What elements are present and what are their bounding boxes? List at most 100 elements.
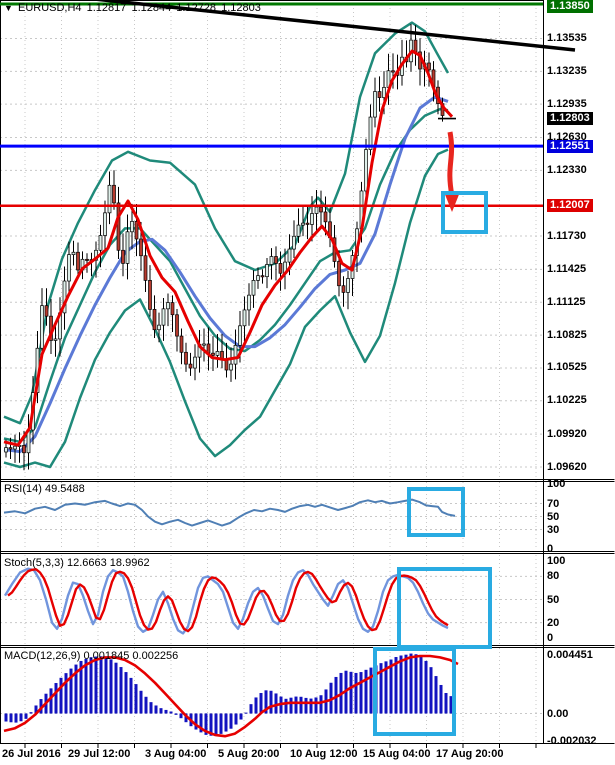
candle-body xyxy=(166,302,170,310)
candle-body xyxy=(116,202,121,251)
stochastic-panel[interactable] xyxy=(3,567,449,635)
highlight-box-macd-box xyxy=(373,647,456,736)
panel-borders xyxy=(0,0,615,748)
candle-body xyxy=(121,249,125,264)
macd-histogram-bar xyxy=(114,662,118,714)
candle-body xyxy=(134,221,139,240)
time-axis[interactable]: 26 Jul 2016 29 Jul 12:00 3 Aug 04:00 5 Aug … xyxy=(0,745,615,765)
time-axis-label: 3 Aug 04:00 xyxy=(145,748,207,760)
macd-histogram-bar xyxy=(19,713,23,722)
price-axis-label: 1.10825 xyxy=(547,328,587,341)
macd-histogram-bar xyxy=(229,713,233,729)
indicator-axis-label: 30 xyxy=(547,523,560,536)
candle-body xyxy=(143,255,148,281)
macd-histogram-bar xyxy=(4,713,8,722)
stoch-label: Stoch(5,3,3) 12.6663 18.9962 xyxy=(4,557,150,569)
candle-body xyxy=(296,224,301,237)
highlight-box-rsi-box xyxy=(407,487,465,537)
drawn-objects[interactable] xyxy=(0,0,576,212)
indicator-axis-label: 0 xyxy=(547,632,554,644)
macd-histogram-bar xyxy=(299,696,303,714)
macd-axis-label: 0.00 xyxy=(547,707,569,720)
candle-body xyxy=(44,305,49,317)
macd-histogram-bar xyxy=(314,697,318,714)
indicator-axis-label: 50 xyxy=(547,510,560,523)
macd-label: MACD(12,26,9) 0.001845 0.002256 xyxy=(4,650,179,662)
candle-body xyxy=(184,351,188,365)
macd-histogram-bar xyxy=(119,667,123,714)
macd-histogram-bar xyxy=(364,669,368,714)
candle-body xyxy=(260,275,265,278)
candle-body xyxy=(341,285,346,293)
candle-body xyxy=(13,445,17,450)
candle-body xyxy=(175,314,179,337)
candle-body xyxy=(323,211,328,223)
candle-body xyxy=(256,275,260,281)
macd-histogram-bar xyxy=(99,656,103,714)
price-axis-label: 1.11425 xyxy=(547,262,587,275)
candle-body xyxy=(382,87,386,98)
macd-histogram-bar xyxy=(239,713,243,720)
candle-body xyxy=(364,149,368,192)
macd-histogram-bar xyxy=(164,709,168,714)
macd-histogram-bar xyxy=(304,697,308,714)
macd-histogram-bar xyxy=(219,713,223,734)
rsi-panel[interactable] xyxy=(3,498,456,527)
highlight-box-price-target-box xyxy=(441,191,488,234)
symbol-dropdown-icon[interactable]: ▼ xyxy=(4,3,13,13)
macd-histogram-bar xyxy=(254,697,258,714)
chart-title[interactable]: ▼ EURUSD,H4 1.12817 1.12844 1.12728 1.12… xyxy=(4,2,263,14)
candle-body xyxy=(337,261,341,287)
price-axis-label: 1.09620 xyxy=(547,460,587,473)
indicator-axis-label: 100 xyxy=(547,555,566,567)
macd-histogram-bar xyxy=(84,658,88,714)
macd-histogram-bar xyxy=(309,698,313,714)
macd-histogram-bar xyxy=(249,704,253,714)
candle-body xyxy=(157,324,161,331)
candle-body xyxy=(202,343,206,346)
macd-histogram-bar xyxy=(174,713,178,715)
macd-histogram-bar xyxy=(269,690,273,714)
price-axis[interactable]: 1.13850 1.13535 1.13235 1.12935 1.12803 1.126… xyxy=(546,0,615,747)
candle-body xyxy=(287,248,292,263)
candle-body xyxy=(319,206,323,213)
macd-histogram-bar xyxy=(89,657,93,714)
macd-histogram-bar xyxy=(284,698,288,714)
price-axis-label: 1.11730 xyxy=(547,229,587,242)
price-axis-label: 1.13850 xyxy=(547,0,593,13)
ohlc-high: 1.12844 xyxy=(131,2,172,14)
macd-histogram-bar xyxy=(259,693,263,714)
macd-histogram-bar xyxy=(244,712,248,714)
candle-body xyxy=(193,356,197,369)
macd-histogram-bar xyxy=(214,713,218,736)
time-axis-label: 26 Jul 2016 xyxy=(2,748,61,760)
macd-histogram-bar xyxy=(289,697,293,714)
price-axis-label: 1.12007 xyxy=(547,199,593,213)
macd-histogram-bar xyxy=(224,713,228,732)
macd-histogram-bar xyxy=(144,696,148,714)
price-axis-label: 1.10525 xyxy=(547,361,587,374)
main-price-panel[interactable] xyxy=(3,21,456,471)
candle-body xyxy=(107,184,112,214)
rsi-label: RSI(14) 49.5488 xyxy=(4,483,85,495)
price-axis-label: 1.13235 xyxy=(547,64,587,77)
macd-histogram-bar xyxy=(49,688,53,714)
candle-body xyxy=(269,256,274,265)
macd-histogram-bar xyxy=(29,712,33,714)
indicator-axis-label: 50 xyxy=(547,593,560,606)
indicator-axis-label: 70 xyxy=(547,497,560,510)
ohlc-close: 1.12803 xyxy=(221,2,261,14)
indicator-axis-label: 80 xyxy=(547,570,560,583)
candle-body xyxy=(188,363,193,369)
macd-histogram-bar xyxy=(24,713,28,719)
candle-body xyxy=(211,352,215,356)
candle-body xyxy=(22,445,26,454)
candle-body xyxy=(76,251,80,271)
macd-histogram-bar xyxy=(294,696,298,714)
candle-body xyxy=(427,62,431,71)
candle-body xyxy=(247,294,251,311)
macd-histogram-bar xyxy=(134,684,138,714)
sell-arrow-shaft[interactable] xyxy=(447,131,455,197)
macd-histogram-bar xyxy=(349,671,353,714)
candle-body xyxy=(161,308,166,326)
